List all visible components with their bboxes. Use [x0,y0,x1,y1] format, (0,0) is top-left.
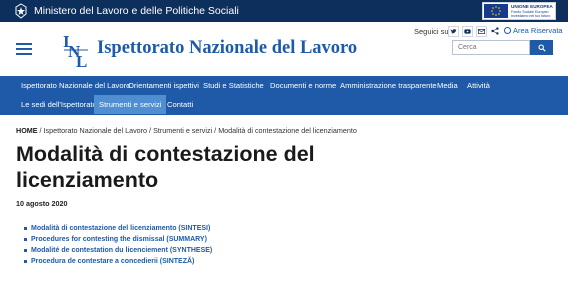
nav-item-sedi[interactable]: Le sedi dell'Ispettorato [16,95,102,114]
email-icon[interactable] [476,26,487,37]
breadcrumb: HOME / Ispettorato Nazionale del Lavoro … [16,126,357,135]
nav-item-studi[interactable]: Studi e Statistiche [198,76,269,95]
doc-link-summary[interactable]: Procedures for contesting the dismissal … [24,234,212,245]
doc-link-synthese[interactable]: Modalité de contestation du licenciement… [24,245,212,256]
inl-logo-icon[interactable]: I N L [62,31,90,69]
search-icon [537,43,546,52]
page-title: Modalità di contestazione del licenziame… [16,142,315,192]
ministry-bar: Ministero del Lavoro e delle Politiche S… [0,0,568,22]
youtube-icon[interactable] [462,26,473,37]
publish-date: 10 agosto 2020 [16,199,68,208]
follow-label: Seguici su: [414,27,451,36]
doc-link-sintesi[interactable]: Modalità di contestazione del licenziame… [24,223,212,234]
main-nav: Ispettorato Nazionale del Lavoro Orienta… [0,76,568,115]
republic-emblem-icon [15,3,27,19]
twitter-icon[interactable] [448,26,459,37]
nav-item-media[interactable]: Media [432,76,463,95]
menu-hamburger-icon[interactable] [16,43,32,55]
eu-fse-logo[interactable]: UNIONE EUROPEA Fondo Sociale Europeo Inve… [482,2,556,20]
svg-text:L: L [76,52,87,69]
eu-flag-icon [484,4,508,18]
reserved-area-link[interactable]: Area Riservata [491,26,563,35]
doc-link-sinteza[interactable]: Procedura de contestare a concedierii (S… [24,256,212,267]
search-button[interactable] [530,40,553,55]
user-icon [504,27,511,34]
ministry-link[interactable]: Ministero del Lavoro e delle Politiche S… [34,5,239,17]
eu-logo-subtitle: Fondo Sociale Europeo Investiamo nel tuo … [511,10,551,18]
nav-item-attivita[interactable]: Attività [462,76,495,95]
breadcrumb-item-strumenti[interactable]: Strumenti e servizi [153,126,212,135]
breadcrumb-item-ispettorato[interactable]: Ispettorato Nazionale del Lavoro [44,126,148,135]
nav-item-ispettorato[interactable]: Ispettorato Nazionale del Lavoro [16,76,135,95]
nav-item-orientamenti[interactable]: Orientamenti ispettivi [123,76,204,95]
breadcrumb-item-current: Modalità di contestazione del licenziame… [218,126,357,135]
breadcrumb-home[interactable]: HOME [16,126,38,135]
reserved-area-label: Area Riservata [513,26,563,35]
nav-item-amministrazione[interactable]: Amministrazione trasparente [335,76,442,95]
search-input[interactable] [452,40,530,55]
eu-logo-title: UNIONE EUROPEA [511,4,553,9]
document-links: Modalità di contestazione del licenziame… [24,223,212,267]
site-title[interactable]: Ispettorato Nazionale del Lavoro [97,38,357,59]
nav-item-documenti[interactable]: Documenti e norme [265,76,341,95]
nav-item-contatti[interactable]: Contatti [162,95,198,114]
nav-item-strumenti[interactable]: Strumenti e servizi [94,95,167,114]
share-icon[interactable] [491,26,499,35]
